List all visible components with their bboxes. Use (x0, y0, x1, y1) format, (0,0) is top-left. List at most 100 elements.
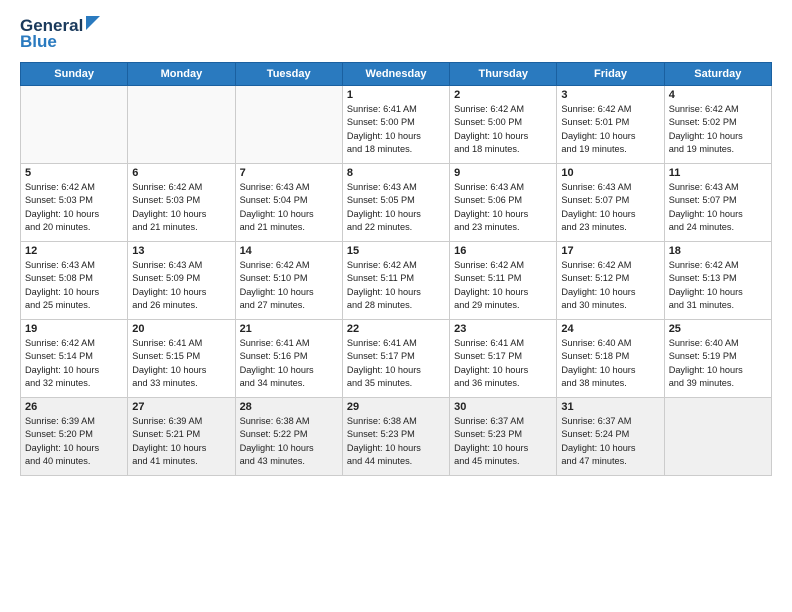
day-info: Sunrise: 6:41 AM Sunset: 5:00 PM Dayligh… (347, 103, 445, 156)
day-info: Sunrise: 6:39 AM Sunset: 5:21 PM Dayligh… (132, 415, 230, 468)
day-number: 6 (132, 167, 230, 179)
day-info: Sunrise: 6:41 AM Sunset: 5:17 PM Dayligh… (347, 337, 445, 390)
calendar-cell (128, 86, 235, 164)
calendar-cell: 31 Sunrise: 6:37 AM Sunset: 5:24 PM Dayli… (557, 398, 664, 476)
day-info: Sunrise: 6:41 AM Sunset: 5:16 PM Dayligh… (240, 337, 338, 390)
weekday-header-monday: Monday (128, 63, 235, 86)
day-number: 16 (454, 245, 552, 257)
page-container: General Blue SundayMondayTuesdayWednesda… (0, 0, 792, 486)
calendar-cell: 25Sunrise: 6:40 AM Sunset: 5:19 PM Dayli… (664, 320, 771, 398)
calendar-cell: 3 Sunrise: 6:42 AM Sunset: 5:01 PM Daylig… (557, 86, 664, 164)
day-number: 1 (347, 89, 445, 101)
calendar-cell: 13 Sunrise: 6:43 AM Sunset: 5:09 PM Dayli… (128, 242, 235, 320)
calendar-cell: 24Sunrise: 6:40 AM Sunset: 5:18 PM Dayli… (557, 320, 664, 398)
calendar-cell: 1 Sunrise: 6:41 AM Sunset: 5:00 PM Daylig… (342, 86, 449, 164)
calendar-cell (21, 86, 128, 164)
day-info: Sunrise: 6:42 AM Sunset: 5:10 PM Dayligh… (240, 259, 338, 312)
calendar-cell: 27 Sunrise: 6:39 AM Sunset: 5:21 PM Dayli… (128, 398, 235, 476)
weekday-header-friday: Friday (557, 63, 664, 86)
header: General Blue (20, 16, 772, 52)
day-info: Sunrise: 6:43 AM Sunset: 5:05 PM Dayligh… (347, 181, 445, 234)
day-number: 22 (347, 323, 445, 335)
day-number: 29 (347, 401, 445, 413)
calendar-week-5: 26 Sunrise: 6:39 AM Sunset: 5:20 PM Dayli… (21, 398, 772, 476)
day-number: 18 (669, 245, 767, 257)
calendar-week-4: 19 Sunrise: 6:42 AM Sunset: 5:14 PM Dayli… (21, 320, 772, 398)
calendar-week-3: 12 Sunrise: 6:43 AM Sunset: 5:08 PM Dayli… (21, 242, 772, 320)
calendar-cell (664, 398, 771, 476)
day-number: 28 (240, 401, 338, 413)
calendar-cell: 5Sunrise: 6:42 AM Sunset: 5:03 PM Daylig… (21, 164, 128, 242)
calendar-cell: 19 Sunrise: 6:42 AM Sunset: 5:14 PM Dayli… (21, 320, 128, 398)
weekday-header-tuesday: Tuesday (235, 63, 342, 86)
day-info: Sunrise: 6:38 AM Sunset: 5:23 PM Dayligh… (347, 415, 445, 468)
day-number: 31 (561, 401, 659, 413)
calendar-cell: 11 Sunrise: 6:43 AM Sunset: 5:07 PM Dayli… (664, 164, 771, 242)
weekday-header-sunday: Sunday (21, 63, 128, 86)
calendar-cell: 17 Sunrise: 6:42 AM Sunset: 5:12 PM Dayli… (557, 242, 664, 320)
day-info: Sunrise: 6:41 AM Sunset: 5:17 PM Dayligh… (454, 337, 552, 390)
day-number: 5 (25, 167, 123, 179)
day-number: 12 (25, 245, 123, 257)
calendar-table: SundayMondayTuesdayWednesdayThursdayFrid… (20, 62, 772, 476)
day-info: Sunrise: 6:37 AM Sunset: 5:23 PM Dayligh… (454, 415, 552, 468)
calendar-cell: 9 Sunrise: 6:43 AM Sunset: 5:06 PM Daylig… (450, 164, 557, 242)
calendar-cell: 20Sunrise: 6:41 AM Sunset: 5:15 PM Dayli… (128, 320, 235, 398)
day-info: Sunrise: 6:43 AM Sunset: 5:06 PM Dayligh… (454, 181, 552, 234)
weekday-header-row: SundayMondayTuesdayWednesdayThursdayFrid… (21, 63, 772, 86)
calendar-cell: 21 Sunrise: 6:41 AM Sunset: 5:16 PM Dayli… (235, 320, 342, 398)
weekday-header-saturday: Saturday (664, 63, 771, 86)
day-info: Sunrise: 6:37 AM Sunset: 5:24 PM Dayligh… (561, 415, 659, 468)
day-info: Sunrise: 6:40 AM Sunset: 5:19 PM Dayligh… (669, 337, 767, 390)
day-info: Sunrise: 6:43 AM Sunset: 5:04 PM Dayligh… (240, 181, 338, 234)
day-info: Sunrise: 6:42 AM Sunset: 5:02 PM Dayligh… (669, 103, 767, 156)
calendar-cell: 14 Sunrise: 6:42 AM Sunset: 5:10 PM Dayli… (235, 242, 342, 320)
day-number: 9 (454, 167, 552, 179)
calendar-cell: 18 Sunrise: 6:42 AM Sunset: 5:13 PM Dayli… (664, 242, 771, 320)
day-number: 30 (454, 401, 552, 413)
day-info: Sunrise: 6:38 AM Sunset: 5:22 PM Dayligh… (240, 415, 338, 468)
day-info: Sunrise: 6:43 AM Sunset: 5:08 PM Dayligh… (25, 259, 123, 312)
day-info: Sunrise: 6:39 AM Sunset: 5:20 PM Dayligh… (25, 415, 123, 468)
calendar-cell: 7Sunrise: 6:43 AM Sunset: 5:04 PM Daylig… (235, 164, 342, 242)
day-info: Sunrise: 6:42 AM Sunset: 5:11 PM Dayligh… (454, 259, 552, 312)
calendar-cell: 23 Sunrise: 6:41 AM Sunset: 5:17 PM Dayli… (450, 320, 557, 398)
day-number: 10 (561, 167, 659, 179)
day-info: Sunrise: 6:42 AM Sunset: 5:11 PM Dayligh… (347, 259, 445, 312)
logo: General Blue (20, 16, 100, 52)
day-number: 3 (561, 89, 659, 101)
calendar-cell: 2Sunrise: 6:42 AM Sunset: 5:00 PM Daylig… (450, 86, 557, 164)
day-info: Sunrise: 6:42 AM Sunset: 5:01 PM Dayligh… (561, 103, 659, 156)
day-number: 21 (240, 323, 338, 335)
calendar-cell: 29 Sunrise: 6:38 AM Sunset: 5:23 PM Dayli… (342, 398, 449, 476)
day-number: 23 (454, 323, 552, 335)
calendar-cell: 16 Sunrise: 6:42 AM Sunset: 5:11 PM Dayli… (450, 242, 557, 320)
day-info: Sunrise: 6:43 AM Sunset: 5:09 PM Dayligh… (132, 259, 230, 312)
day-number: 2 (454, 89, 552, 101)
day-info: Sunrise: 6:42 AM Sunset: 5:12 PM Dayligh… (561, 259, 659, 312)
day-info: Sunrise: 6:42 AM Sunset: 5:13 PM Dayligh… (669, 259, 767, 312)
day-number: 13 (132, 245, 230, 257)
day-number: 8 (347, 167, 445, 179)
day-number: 15 (347, 245, 445, 257)
calendar-cell: 26 Sunrise: 6:39 AM Sunset: 5:20 PM Dayli… (21, 398, 128, 476)
day-info: Sunrise: 6:43 AM Sunset: 5:07 PM Dayligh… (561, 181, 659, 234)
calendar-week-1: 1 Sunrise: 6:41 AM Sunset: 5:00 PM Daylig… (21, 86, 772, 164)
calendar-cell: 22 Sunrise: 6:41 AM Sunset: 5:17 PM Dayli… (342, 320, 449, 398)
calendar-cell (235, 86, 342, 164)
calendar-cell: 4 Sunrise: 6:42 AM Sunset: 5:02 PM Daylig… (664, 86, 771, 164)
calendar-cell: 28 Sunrise: 6:38 AM Sunset: 5:22 PM Dayli… (235, 398, 342, 476)
day-number: 19 (25, 323, 123, 335)
day-number: 11 (669, 167, 767, 179)
day-number: 14 (240, 245, 338, 257)
day-number: 4 (669, 89, 767, 101)
day-number: 17 (561, 245, 659, 257)
logo-triangle-icon (86, 16, 100, 30)
calendar-cell: 10 Sunrise: 6:43 AM Sunset: 5:07 PM Dayli… (557, 164, 664, 242)
day-number: 27 (132, 401, 230, 413)
weekday-header-wednesday: Wednesday (342, 63, 449, 86)
day-info: Sunrise: 6:40 AM Sunset: 5:18 PM Dayligh… (561, 337, 659, 390)
day-info: Sunrise: 6:42 AM Sunset: 5:14 PM Dayligh… (25, 337, 123, 390)
day-info: Sunrise: 6:43 AM Sunset: 5:07 PM Dayligh… (669, 181, 767, 234)
day-number: 26 (25, 401, 123, 413)
